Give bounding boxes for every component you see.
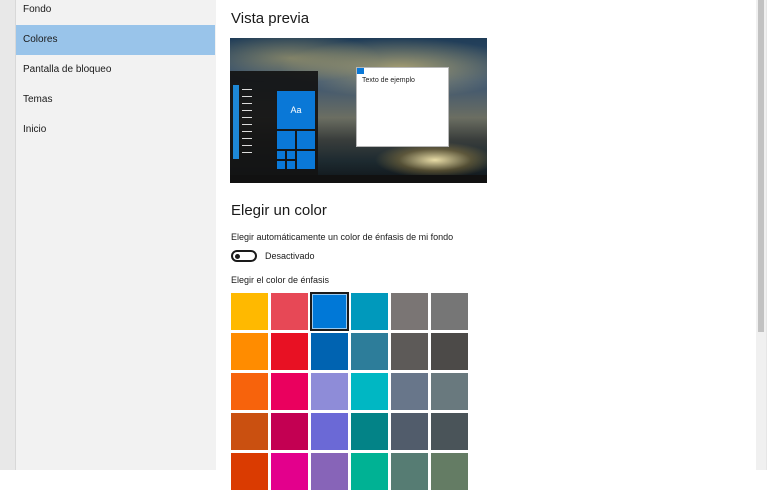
window-left-edge bbox=[0, 0, 16, 470]
preview-menu-line bbox=[242, 110, 252, 111]
accent-color-swatch[interactable] bbox=[351, 413, 388, 450]
accent-color-swatch[interactable] bbox=[311, 333, 348, 370]
accent-color-swatch[interactable] bbox=[391, 373, 428, 410]
color-heading: Elegir un color bbox=[231, 202, 327, 219]
sidebar-item-inicio[interactable]: Inicio bbox=[16, 115, 215, 145]
accent-color-swatch[interactable] bbox=[431, 373, 468, 410]
accent-color-swatch[interactable] bbox=[311, 373, 348, 410]
accent-color-swatch[interactable] bbox=[431, 453, 468, 490]
accent-color-swatch[interactable] bbox=[351, 373, 388, 410]
preview-window-accent bbox=[357, 68, 364, 74]
accent-color-swatch[interactable] bbox=[231, 293, 268, 330]
preview-menu-line bbox=[242, 152, 252, 153]
accent-color-swatch[interactable] bbox=[231, 373, 268, 410]
accent-color-swatch[interactable] bbox=[271, 453, 308, 490]
accent-color-swatch[interactable] bbox=[231, 453, 268, 490]
preview-heading: Vista previa bbox=[231, 10, 310, 27]
accent-color-swatch[interactable] bbox=[391, 453, 428, 490]
accent-color-swatch[interactable] bbox=[271, 373, 308, 410]
sidebar-item-pantalla-de-bloqueo[interactable]: Pantalla de bloqueo bbox=[16, 55, 215, 85]
accent-color-swatch[interactable] bbox=[431, 413, 468, 450]
accent-color-swatch[interactable] bbox=[310, 292, 349, 331]
auto-accent-label: Elegir automáticamente un color de énfas… bbox=[231, 232, 454, 242]
preview-menu-line bbox=[242, 138, 252, 139]
sidebar-item-temas[interactable]: Temas bbox=[16, 85, 215, 115]
preview-sample-text: Texto de ejemplo bbox=[362, 77, 415, 84]
auto-accent-toggle[interactable] bbox=[231, 250, 257, 262]
accent-color-swatch[interactable] bbox=[431, 293, 468, 330]
accent-color-swatch[interactable] bbox=[271, 333, 308, 370]
preview-tile-small bbox=[277, 151, 285, 159]
accent-color-swatch[interactable] bbox=[351, 293, 388, 330]
accent-color-swatch[interactable] bbox=[271, 293, 308, 330]
main-content: Vista previa Aa Texto de ejemplo Elegir … bbox=[216, 0, 756, 490]
preview-tile-small bbox=[287, 161, 295, 169]
preview-sample-window: Texto de ejemplo bbox=[356, 67, 449, 147]
preview-tile-small bbox=[277, 161, 285, 169]
sidebar-item-colores[interactable]: Colores bbox=[16, 25, 215, 55]
preview-menu-line bbox=[242, 89, 252, 90]
preview-taskbar bbox=[230, 175, 487, 183]
preview-menu-line bbox=[242, 145, 252, 146]
preview-tile-small bbox=[277, 131, 295, 149]
preview-menu-line bbox=[242, 124, 252, 125]
accent-color-swatch[interactable] bbox=[231, 333, 268, 370]
window-right-edge bbox=[766, 0, 780, 470]
preview-menu-line bbox=[242, 131, 252, 132]
preview-start-accent-strip bbox=[233, 85, 239, 159]
accent-color-swatch[interactable] bbox=[231, 413, 268, 450]
toggle-state-label: Desactivado bbox=[265, 251, 315, 261]
accent-color-label: Elegir el color de énfasis bbox=[231, 275, 330, 285]
preview-tile-small bbox=[297, 131, 315, 149]
scrollbar-thumb[interactable] bbox=[758, 0, 764, 332]
preview-menu-line bbox=[242, 103, 252, 104]
sidebar: Fondo Colores Pantalla de bloqueo Temas … bbox=[16, 0, 216, 470]
preview-start-menu: Aa bbox=[230, 71, 318, 175]
accent-color-swatch[interactable] bbox=[271, 413, 308, 450]
preview-menu-line bbox=[242, 117, 252, 118]
preview-tile-large: Aa bbox=[277, 91, 315, 129]
accent-color-swatch[interactable] bbox=[311, 413, 348, 450]
accent-color-swatch[interactable] bbox=[351, 453, 388, 490]
sidebar-item-fondo[interactable]: Fondo bbox=[16, 0, 215, 25]
accent-color-swatch[interactable] bbox=[391, 413, 428, 450]
accent-color-swatch[interactable] bbox=[391, 333, 428, 370]
toggle-knob bbox=[235, 254, 240, 259]
accent-color-swatch[interactable] bbox=[351, 333, 388, 370]
theme-preview: Aa Texto de ejemplo bbox=[230, 38, 487, 183]
accent-color-swatch[interactable] bbox=[391, 293, 428, 330]
accent-color-swatch[interactable] bbox=[431, 333, 468, 370]
preview-tile-small bbox=[287, 151, 295, 159]
preview-tile-small bbox=[297, 151, 315, 169]
accent-color-swatch[interactable] bbox=[311, 453, 348, 490]
preview-menu-line bbox=[242, 96, 252, 97]
